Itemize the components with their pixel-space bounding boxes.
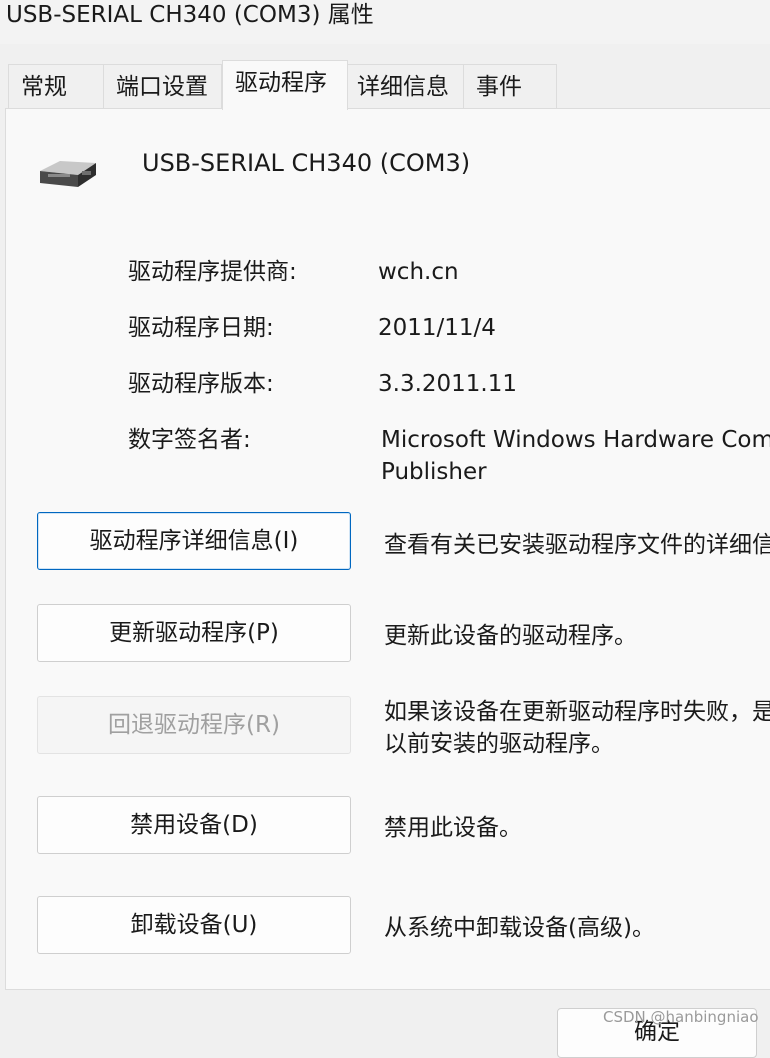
uninstall-device-description: 从系统中卸载设备(高级)。 — [384, 915, 655, 941]
uninstall-device-button[interactable]: 卸载设备(U) — [37, 896, 351, 954]
digital-signer-label: 数字签名者: — [128, 427, 251, 453]
serial-port-icon — [40, 161, 96, 187]
title-bar: USB-SERIAL CH340 (COM3) 属性 — [0, 0, 770, 44]
watermark: CSDN @hanbingniao — [603, 1008, 759, 1026]
roll-back-driver-button: 回退驱动程序(R) — [37, 696, 351, 754]
digital-signer-value: Microsoft Windows Hardware Comp — [381, 427, 770, 453]
update-driver-description: 更新此设备的驱动程序。 — [384, 623, 637, 649]
driver-provider-label: 驱动程序提供商: — [128, 259, 297, 285]
device-name: USB-SERIAL CH340 (COM3) — [142, 149, 471, 177]
update-driver-button[interactable]: 更新驱动程序(P) — [37, 604, 351, 662]
driver-version-label: 驱动程序版本: — [128, 371, 274, 397]
roll-back-driver-description: 如果该设备在更新驱动程序时失败，是 — [384, 699, 770, 725]
driver-version-value: 3.3.2011.11 — [378, 371, 517, 397]
tab-events[interactable]: 事件 — [463, 64, 557, 108]
roll-back-driver-description-line2: 以前安装的驱动程序。 — [384, 731, 614, 757]
window-title: USB-SERIAL CH340 (COM3) 属性 — [6, 2, 374, 28]
tab-driver[interactable]: 驱动程序 — [222, 60, 348, 110]
disable-device-button[interactable]: 禁用设备(D) — [37, 796, 351, 854]
driver-provider-value: wch.cn — [378, 259, 459, 285]
driver-date-value: 2011/11/4 — [378, 315, 496, 341]
driver-details-description: 查看有关已安装驱动程序文件的详细信 — [384, 532, 770, 558]
tab-details[interactable]: 详细信息 — [347, 64, 464, 108]
tab-general[interactable]: 常规 — [8, 64, 104, 108]
disable-device-description: 禁用此设备。 — [384, 815, 522, 841]
driver-details-button[interactable]: 驱动程序详细信息(I) — [37, 512, 351, 570]
digital-signer-value-line2: Publisher — [381, 459, 487, 485]
tab-port-settings[interactable]: 端口设置 — [103, 64, 222, 108]
driver-date-label: 驱动程序日期: — [128, 315, 274, 341]
